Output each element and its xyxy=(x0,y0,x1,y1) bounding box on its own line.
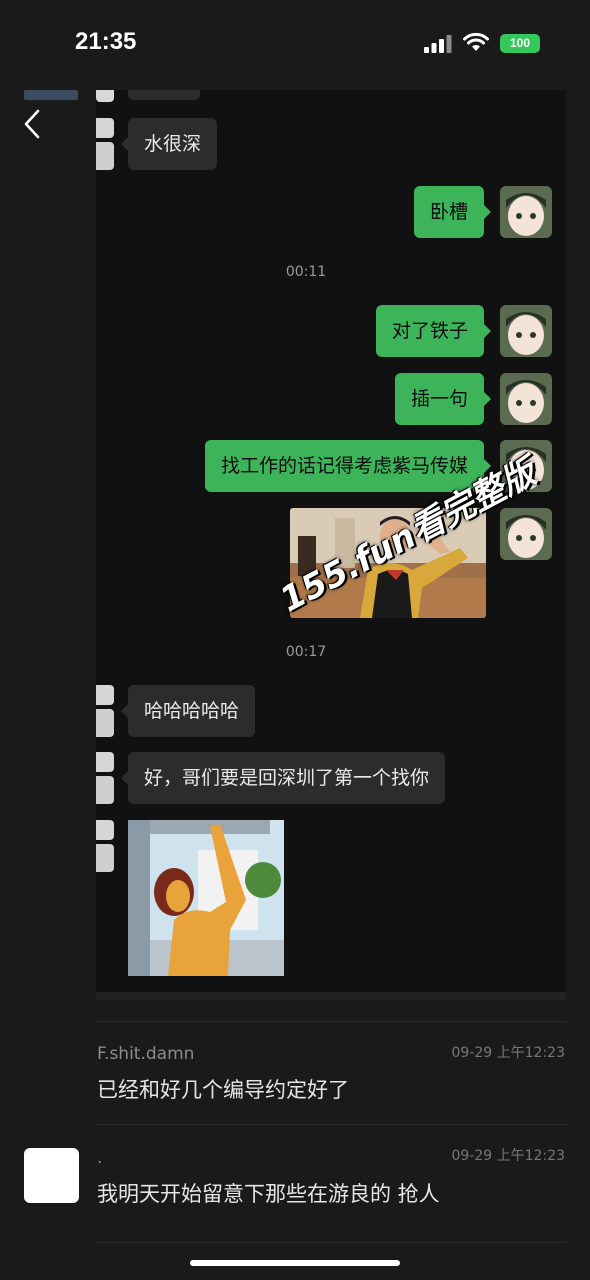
comment-text: 我明天开始留意下那些在游良的 抢人 xyxy=(97,1182,440,1206)
avatar xyxy=(96,752,114,804)
divider xyxy=(96,1242,566,1243)
avatar xyxy=(96,90,114,102)
avatar xyxy=(500,186,552,238)
sent-message: 找工作的话记得考虑紫马传媒 xyxy=(204,440,492,492)
chat-screenshot: 水很深 卧槽 00:11 对了铁子 插一句 找工作的话记得考虑紫马传媒 00:1… xyxy=(96,90,566,992)
status-bar: 21:35 100 xyxy=(0,0,590,90)
divider xyxy=(96,1124,566,1125)
avatar xyxy=(96,820,114,872)
avatar xyxy=(96,685,114,737)
comment-time: 09-29 上午12:23 xyxy=(451,1148,565,1164)
cartoon-sticker-image[interactable] xyxy=(128,820,284,976)
sent-message: 对了铁子 xyxy=(375,305,492,357)
received-message: 哈哈哈哈哈 xyxy=(120,685,256,737)
message-timestamp: 00:11 xyxy=(285,264,327,280)
battery-icon: 100 xyxy=(500,34,540,53)
received-message: 好，哥们要是回深圳了第一个找你 xyxy=(120,752,446,804)
avatar xyxy=(500,305,552,357)
panel-footer xyxy=(96,992,566,1000)
message-bubble-partial xyxy=(128,90,200,100)
avatar[interactable] xyxy=(24,1148,79,1203)
cellular-signal-icon xyxy=(424,35,452,53)
comment-text: 已经和好几个编导约定好了 xyxy=(97,1078,349,1102)
status-time: 21:35 xyxy=(75,28,137,55)
comment-author[interactable]: F.shit.damn xyxy=(97,1044,194,1064)
home-indicator[interactable] xyxy=(190,1260,400,1266)
avatar xyxy=(500,373,552,425)
received-message: 水很深 xyxy=(120,118,218,170)
sent-message: 卧槽 xyxy=(413,186,492,238)
comment-author[interactable]: . xyxy=(97,1148,102,1168)
avatar xyxy=(96,118,114,170)
avatar xyxy=(500,508,552,560)
wifi-icon xyxy=(463,32,489,51)
sent-message: 插一句 xyxy=(394,373,492,425)
top-thumbnail xyxy=(24,90,78,100)
comment-time: 09-29 上午12:23 xyxy=(451,1045,565,1061)
message-timestamp: 00:17 xyxy=(285,644,327,660)
divider xyxy=(96,1021,566,1022)
back-arrow-icon[interactable] xyxy=(20,108,48,140)
